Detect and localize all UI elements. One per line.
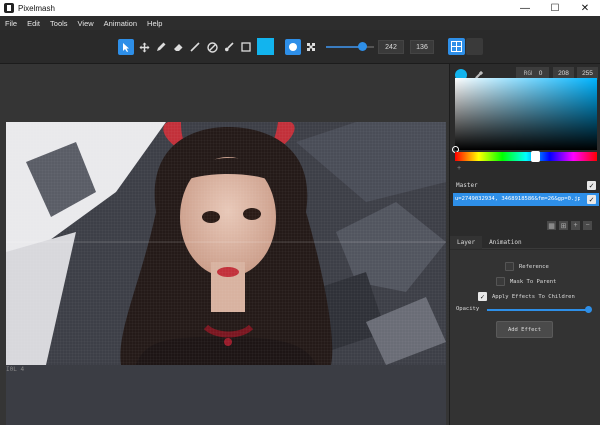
tab-layer[interactable]: Layer [450, 236, 483, 249]
canvas-status-text: I0L 4 [6, 366, 25, 373]
opacity-label: Opacity [456, 306, 480, 312]
close-button[interactable]: ✕ [570, 0, 600, 16]
brush-round-icon[interactable] [285, 39, 301, 55]
height-field[interactable]: 136 [410, 40, 434, 54]
menu-tools[interactable]: Tools [45, 19, 73, 28]
pencil-tool-icon[interactable] [153, 39, 169, 55]
reference-checkbox[interactable] [505, 262, 514, 271]
menu-bar: File Edit Tools View Animation Help [0, 16, 600, 30]
group-layer-button[interactable]: ⊞ [559, 221, 568, 230]
window-title: Pixelmash [18, 3, 55, 13]
tab-animation[interactable]: Animation [482, 236, 529, 249]
saturation-value-picker[interactable] [452, 78, 597, 153]
layer-item-name: u=2749032934, 3468918586&fm=26&gp=0.jpg [455, 196, 580, 202]
add-effect-button[interactable]: Add Effect [496, 321, 553, 338]
eraser-tool-icon[interactable] [170, 39, 186, 55]
right-panel: RGB: 0 208 255 + Master ✓ u=2749032934, … [449, 64, 600, 425]
view-toggle-button[interactable] [466, 38, 483, 55]
toolbar: 242 136 [0, 30, 600, 64]
reference-label: Reference [519, 263, 549, 270]
apply-effects-checkbox[interactable]: ✓ [478, 292, 487, 301]
apply-effects-option[interactable]: ✓ Apply Effects To Children [478, 292, 575, 301]
apply-effects-label: Apply Effects To Children [492, 293, 575, 300]
window-controls: — ☐ ✕ [510, 0, 600, 16]
rectangle-tool-icon[interactable] [238, 39, 254, 55]
duplicate-layer-button[interactable]: ▦ [547, 221, 556, 230]
brush-size-slider-knob[interactable] [358, 42, 367, 51]
hue-slider-knob[interactable] [531, 151, 540, 162]
move-tool-icon[interactable] [136, 39, 152, 55]
layer-visibility-checkbox[interactable]: ✓ [587, 195, 596, 204]
opacity-slider-knob[interactable] [585, 306, 592, 313]
properties-tabs: Layer Animation [450, 236, 600, 249]
app-logo-icon [4, 3, 14, 13]
title-bar: Pixelmash — ☐ ✕ [0, 0, 600, 16]
minimize-button[interactable]: — [510, 0, 540, 16]
delete-layer-button[interactable]: − [583, 221, 592, 230]
maximize-button[interactable]: ☐ [540, 0, 570, 16]
add-swatch-icon[interactable]: + [457, 165, 461, 172]
width-field[interactable]: 242 [378, 40, 404, 54]
primary-color-swatch[interactable] [257, 38, 274, 55]
menu-edit[interactable]: Edit [22, 19, 45, 28]
select-tool-icon[interactable] [118, 39, 134, 55]
hue-slider[interactable] [455, 151, 597, 162]
photo-artwork [6, 122, 446, 365]
layer-item-selected[interactable]: u=2749032934, 3468918586&fm=26&gp=0.jpg … [453, 193, 599, 206]
master-visibility-checkbox[interactable]: ✓ [587, 181, 596, 190]
grid-icon [451, 41, 462, 52]
menu-help[interactable]: Help [142, 19, 167, 28]
reference-option[interactable]: Reference [505, 262, 549, 271]
mask-to-parent-checkbox[interactable] [496, 277, 505, 286]
canvas-area[interactable]: I0L 4 [0, 64, 449, 425]
opacity-slider-track[interactable] [487, 309, 589, 311]
layer-actions: ▦ ⊞ + − [547, 221, 592, 230]
canvas-image[interactable] [6, 122, 446, 425]
mask-to-parent-option[interactable]: Mask To Parent [496, 277, 556, 286]
mask-to-parent-label: Mask To Parent [510, 278, 557, 285]
menu-file[interactable]: File [0, 19, 22, 28]
grid-toggle-button[interactable] [448, 38, 465, 55]
master-layer-label: Master [456, 182, 478, 189]
brush-tool-icon[interactable] [221, 39, 237, 55]
layer-properties: Reference Mask To Parent ✓ Apply Effects… [450, 250, 600, 425]
line-tool-icon[interactable] [187, 39, 203, 55]
master-layer-row[interactable]: Master ✓ [450, 179, 600, 192]
fill-tool-icon[interactable] [204, 39, 220, 55]
add-layer-button[interactable]: + [571, 221, 580, 230]
menu-view[interactable]: View [73, 19, 99, 28]
brush-scatter-icon[interactable] [303, 39, 319, 55]
menu-animation[interactable]: Animation [99, 19, 142, 28]
